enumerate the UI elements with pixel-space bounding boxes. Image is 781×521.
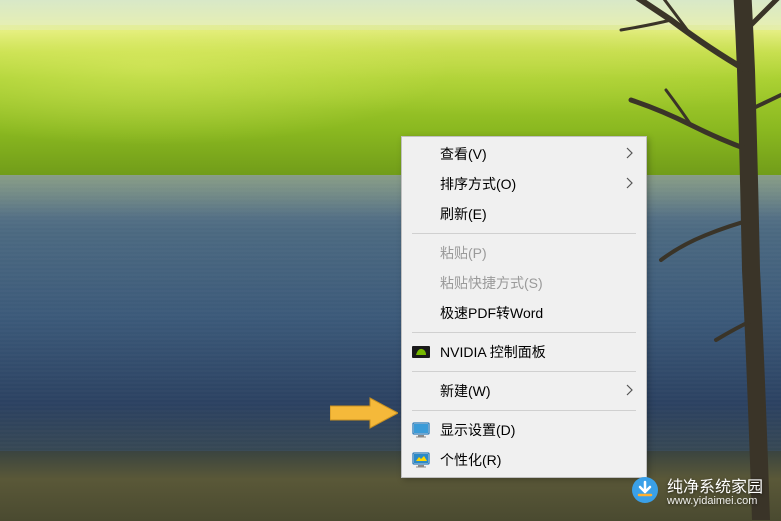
menu-label: NVIDIA 控制面板 <box>440 342 546 362</box>
menu-label: 粘贴(P) <box>440 243 487 263</box>
menu-label: 查看(V) <box>440 144 487 164</box>
menu-item-refresh[interactable]: 刷新(E) <box>402 199 646 229</box>
chevron-right-icon <box>626 383 634 399</box>
menu-item-nvidia[interactable]: NVIDIA 控制面板 <box>402 337 646 367</box>
menu-label: 显示设置(D) <box>440 420 515 440</box>
watermark-url: www.yidaimei.com <box>667 495 763 507</box>
menu-label: 新建(W) <box>440 381 491 401</box>
menu-item-paste: 粘贴(P) <box>402 238 646 268</box>
menu-separator <box>412 332 636 333</box>
callout-arrow-icon <box>330 396 398 430</box>
watermark-text: 纯净系统家园 www.yidaimei.com <box>667 473 763 507</box>
watermark-title: 纯净系统家园 <box>667 479 763 496</box>
watermark: 纯净系统家园 www.yidaimei.com <box>631 473 763 507</box>
menu-item-view[interactable]: 查看(V) <box>402 139 646 169</box>
menu-label: 粘贴快捷方式(S) <box>440 273 543 293</box>
menu-item-personalize[interactable]: 个性化(R) <box>402 445 646 475</box>
nvidia-icon <box>412 343 430 361</box>
menu-separator <box>412 410 636 411</box>
menu-item-paste-shortcut: 粘贴快捷方式(S) <box>402 268 646 298</box>
menu-item-new[interactable]: 新建(W) <box>402 376 646 406</box>
desktop-wallpaper[interactable] <box>0 0 781 521</box>
monitor-icon <box>412 421 430 439</box>
menu-label: 刷新(E) <box>440 204 487 224</box>
menu-label: 极速PDF转Word <box>440 303 543 323</box>
chevron-right-icon <box>626 146 634 162</box>
menu-label: 排序方式(O) <box>440 174 516 194</box>
menu-label: 个性化(R) <box>440 450 501 470</box>
desktop-context-menu: 查看(V) 排序方式(O) 刷新(E) 粘贴(P) 粘贴快捷方式(S) 极速PD… <box>401 136 647 478</box>
chevron-right-icon <box>626 176 634 192</box>
menu-item-pdf-to-word[interactable]: 极速PDF转Word <box>402 298 646 328</box>
menu-separator <box>412 233 636 234</box>
menu-item-display-settings[interactable]: 显示设置(D) <box>402 415 646 445</box>
watermark-logo-icon <box>631 476 659 504</box>
menu-separator <box>412 371 636 372</box>
personalize-icon <box>412 451 430 469</box>
menu-item-sort[interactable]: 排序方式(O) <box>402 169 646 199</box>
